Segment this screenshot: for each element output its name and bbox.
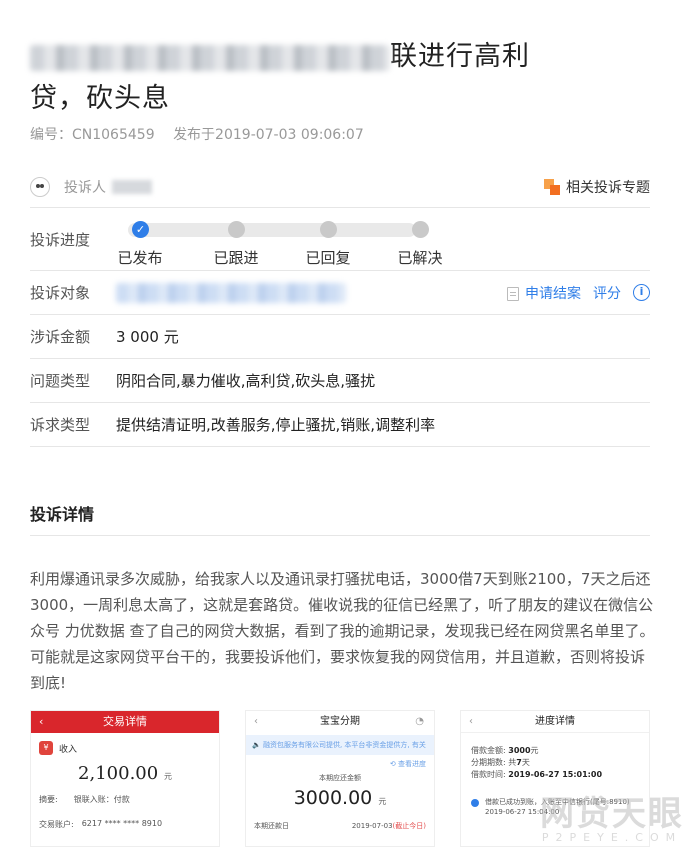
title-line-1: 联进行高利: [30, 36, 650, 78]
step-dot-icon: [471, 799, 479, 807]
progress-step-followed: 已跟进: [213, 248, 259, 267]
complaint-number: 编号：CN1065459: [30, 127, 155, 143]
progress-track: [128, 222, 416, 237]
back-icon: ‹: [39, 715, 44, 728]
redacted-complainant-name: [112, 179, 152, 194]
target-row: 投诉对象 申请结案 评分 i: [30, 271, 650, 315]
transaction-amount: 2,100.00 元: [78, 763, 172, 784]
info-icon[interactable]: i: [633, 284, 650, 301]
progress-step-replied: 已回复: [305, 248, 351, 267]
progress-step-resolved: 已解决: [397, 248, 443, 267]
redacted-title-text: [30, 44, 390, 71]
progress-detail-header: ‹ 进度详情: [461, 711, 649, 733]
progress-step-published: 已发布: [117, 248, 163, 267]
related-topic-label: 相关投诉专题: [566, 179, 650, 196]
issue-type-row: 问题类型 阴阳合同,暴力催收,高利贷,砍头息,骚扰: [30, 359, 650, 403]
target-actions: 申请结案 评分 i: [507, 283, 650, 303]
complaint-meta: 编号：CN1065459 发布于2019-07-03 09:06:07: [30, 124, 364, 144]
due-amount-caption: 本期应还金额: [319, 774, 361, 782]
account-line: 交易账户: 6217 **** **** 8910: [39, 819, 163, 829]
watermark-logo: 网贷天眼 P2PEYE.COM: [540, 794, 684, 844]
complainant-label: 投诉人: [64, 179, 106, 196]
platform-notice: 🔈 融资包服务有限公司提供, 本平台非资金提供方, 有关: [246, 735, 434, 755]
detail-section-title: 投诉详情: [30, 496, 650, 536]
progress-label: 投诉进度: [30, 231, 91, 249]
headset-icon: ◔: [415, 716, 424, 727]
installment-header: ‹ 宝宝分期 ◔: [246, 711, 434, 733]
back-icon: ‹: [254, 716, 258, 727]
target-label: 投诉对象: [30, 284, 91, 302]
complainant: 投诉人: [30, 176, 152, 197]
screenshot-transaction-detail[interactable]: ‹ 交易详情 ¥ 收入 2,100.00 元 摘要: 银联入账：付款 交易账户:…: [30, 710, 220, 847]
due-date-row: 本期还款日 2019-07-03(截止今日): [254, 822, 426, 830]
income-icon: ¥: [39, 741, 53, 755]
apply-close-button[interactable]: 申请结案: [507, 283, 581, 303]
amount-row: 涉诉金额 3 000 元: [30, 315, 650, 359]
complaint-detail-text: 利用爆通讯录多次威胁，给我家人以及通讯录打骚扰电话，3000借7天到账2100，…: [30, 570, 655, 692]
amount-label: 涉诉金额: [30, 328, 91, 346]
demand-type-value: 提供结清证明,改善服务,停止骚扰,销账,调整利率: [116, 416, 436, 434]
topic-icon: [544, 178, 560, 195]
redacted-target-company[interactable]: [116, 282, 346, 303]
demand-type-row: 诉求类型 提供结清证明,改善服务,停止骚扰,销账,调整利率: [30, 403, 650, 447]
amount-value: 3 000 元: [116, 328, 179, 346]
progress-step-published-dot: [132, 220, 149, 238]
progress-step-replied-dot: [320, 220, 337, 238]
back-icon: ‹: [469, 716, 473, 727]
demand-type-label: 诉求类型: [30, 416, 91, 434]
issue-type-label: 问题类型: [30, 372, 91, 390]
publish-time: 发布于2019-07-03 09:06:07: [173, 127, 364, 143]
progress-step-followed-dot: [228, 220, 245, 238]
complainant-row: 投诉人 相关投诉专题: [30, 166, 650, 208]
transaction-detail-header: ‹ 交易详情: [31, 711, 219, 733]
document-icon: [507, 286, 519, 301]
summary-line: 摘要: 银联入账：付款: [39, 795, 130, 804]
avatar: [30, 176, 50, 197]
loan-info: 借款金额: 3000元 分期期数: 共7天 借款时间: 2019-06-27 1…: [471, 746, 603, 779]
title-line-2: 贷，砍头息: [30, 83, 170, 114]
progress-step-resolved-dot: [412, 220, 429, 238]
income-row: ¥ 收入: [31, 733, 219, 755]
due-amount: 3000.00 元: [293, 787, 387, 809]
related-topic-link[interactable]: 相关投诉专题: [544, 177, 650, 197]
progress-tracker: 已发布 已跟进 已回复 已解决: [116, 209, 443, 271]
rate-button[interactable]: 评分: [593, 283, 621, 303]
issue-type-value: 阴阳合同,暴力催收,高利贷,砍头息,骚扰: [116, 372, 376, 390]
progress-row: 投诉进度 已发布 已跟进 已回复 已解决: [30, 209, 650, 271]
screenshot-installment[interactable]: ‹ 宝宝分期 ◔ 🔈 融资包服务有限公司提供, 本平台非资金提供方, 有关 ⟲ …: [245, 710, 435, 847]
view-progress-link: ⟲ 查看进度: [389, 760, 426, 768]
complaint-title: 联进行高利 贷，砍头息: [30, 36, 650, 120]
